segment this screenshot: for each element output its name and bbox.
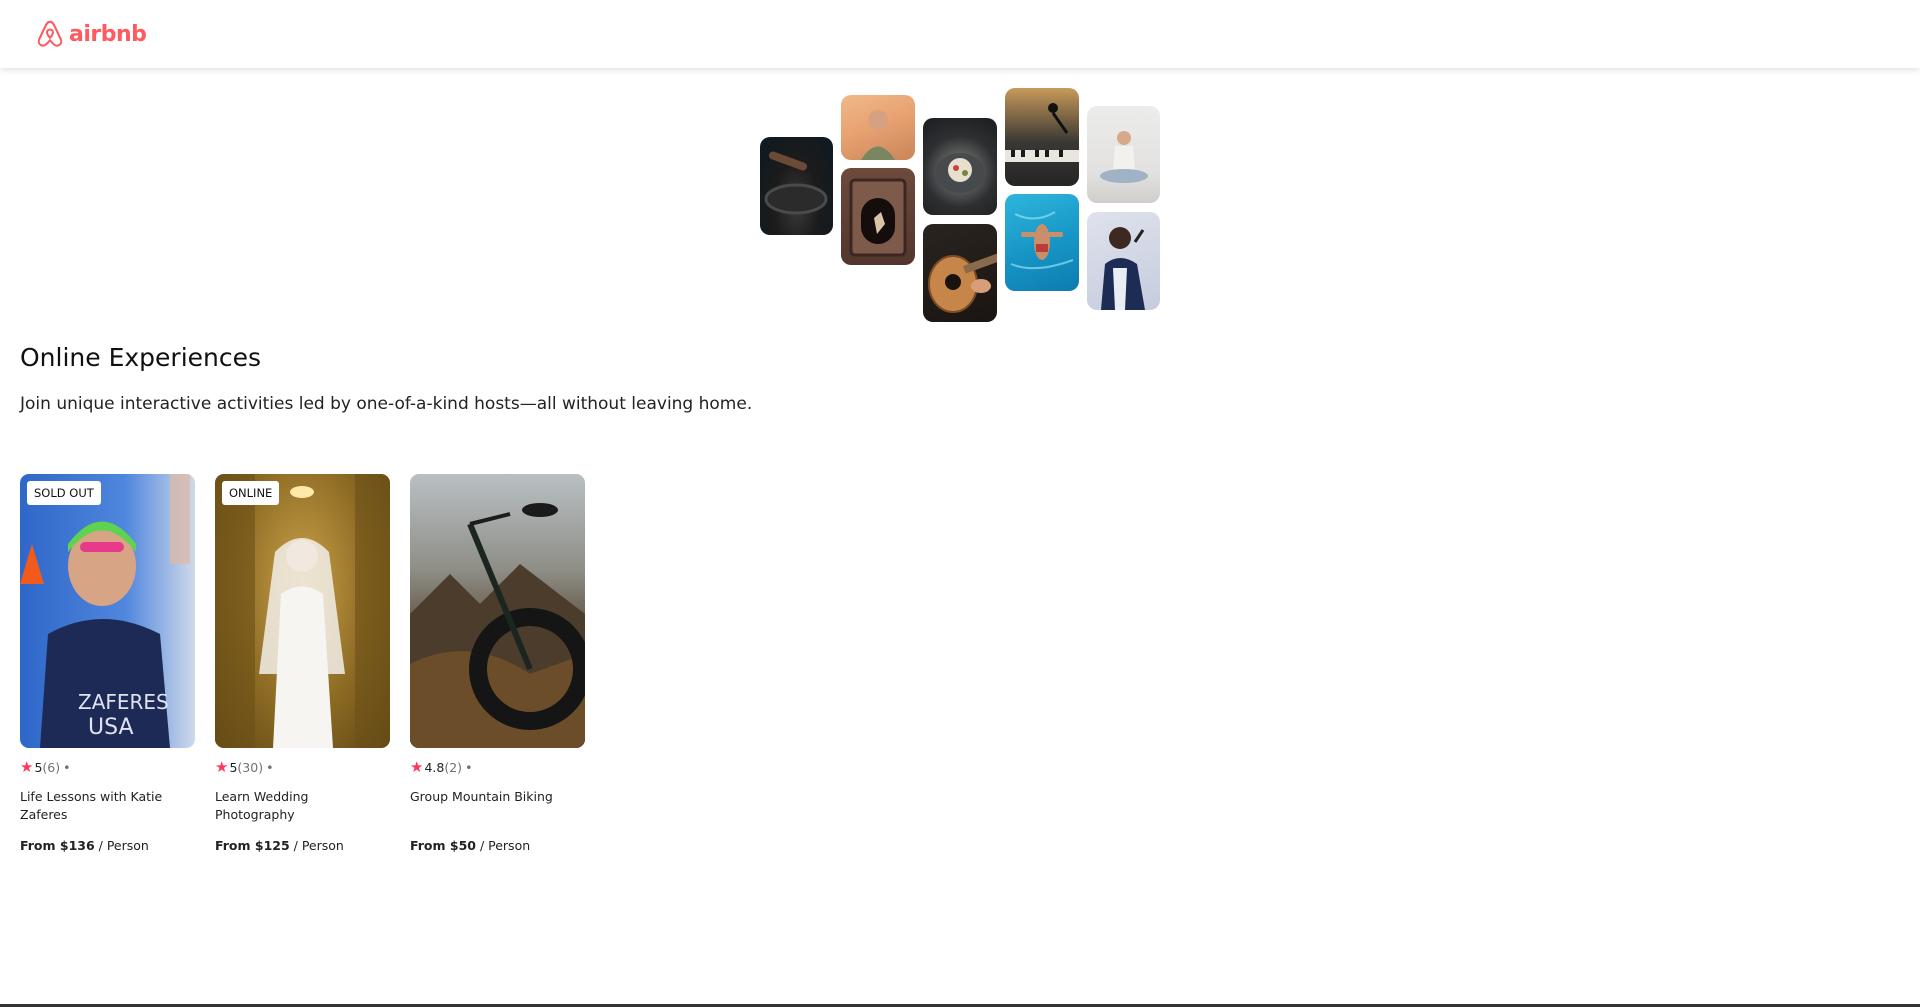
food-bowl-photo [923,118,997,215]
mountain-bike-photo[interactable] [410,474,585,748]
review-count: (2) [444,759,463,775]
separator-dot: • [465,759,473,775]
review-count: (6) [42,759,61,775]
guitar-player-photo [923,224,997,322]
experience-card[interactable]: ZAFERES USA SOLD OUT ★ 5 (6) • Life Less… [20,474,195,853]
star-icon: ★ [20,758,34,776]
review-count: (30) [237,759,264,775]
rating-value: 5 [229,759,238,775]
singer-performer-photo [1087,212,1160,310]
price-label: From $50 [410,838,476,853]
price-label: From $125 [215,838,290,853]
separator-dot: • [266,759,274,775]
woman-smiling-photo [841,95,915,160]
price-label: From $136 [20,838,95,853]
separator-dot: • [63,759,71,775]
price-unit: / Person [293,838,344,853]
card-rating: ★ 5 (6) • [20,758,195,776]
card-price: From $50 / Person [410,838,530,853]
card-title[interactable]: Group Mountain Biking [410,788,585,806]
cooking-pan-photo [760,137,833,235]
sold-out-badge: SOLD OUT [27,481,101,505]
card-title[interactable]: Life Lessons with Katie Zaferes [20,788,195,824]
online-badge: ONLINE [222,481,280,505]
experience-card[interactable]: ONLINE ★ 5 (30) • Learn Wedding Photogra… [215,474,390,853]
swimmer-katie-photo[interactable]: ZAFERES USA SOLD OUT [20,474,195,748]
card-price: From $125 / Person [215,838,344,853]
swimmer-pool-photo [1005,194,1079,291]
price-unit: / Person [479,838,531,853]
price-unit: / Person [98,838,149,853]
star-icon: ★ [410,758,424,776]
fireplace-dancer-photo [841,168,915,265]
card-rating: ★ 5 (30) • [215,758,390,776]
svg-text:USA: USA [88,715,134,740]
rating-value: 4.8 [424,759,445,775]
section-subtitle: Join unique interactive activities led b… [20,394,753,414]
svg-text:ZAFERES: ZAFERES [78,690,169,714]
piano-microphone-photo [1005,88,1079,186]
experience-card[interactable]: ★ 4.8 (2) • Group Mountain Biking From $… [410,474,585,853]
rating-value: 5 [34,759,43,775]
section-title: Online Experiences [20,343,262,372]
star-icon: ★ [215,758,229,776]
card-title[interactable]: Learn Wedding Photography [215,788,390,824]
card-price: From $136 / Person [20,838,149,853]
bride-photo[interactable]: ONLINE [215,474,390,748]
card-rating: ★ 4.8 (2) • [410,758,585,776]
hero-mosaic [0,0,1920,330]
meditation-photo [1087,106,1160,203]
